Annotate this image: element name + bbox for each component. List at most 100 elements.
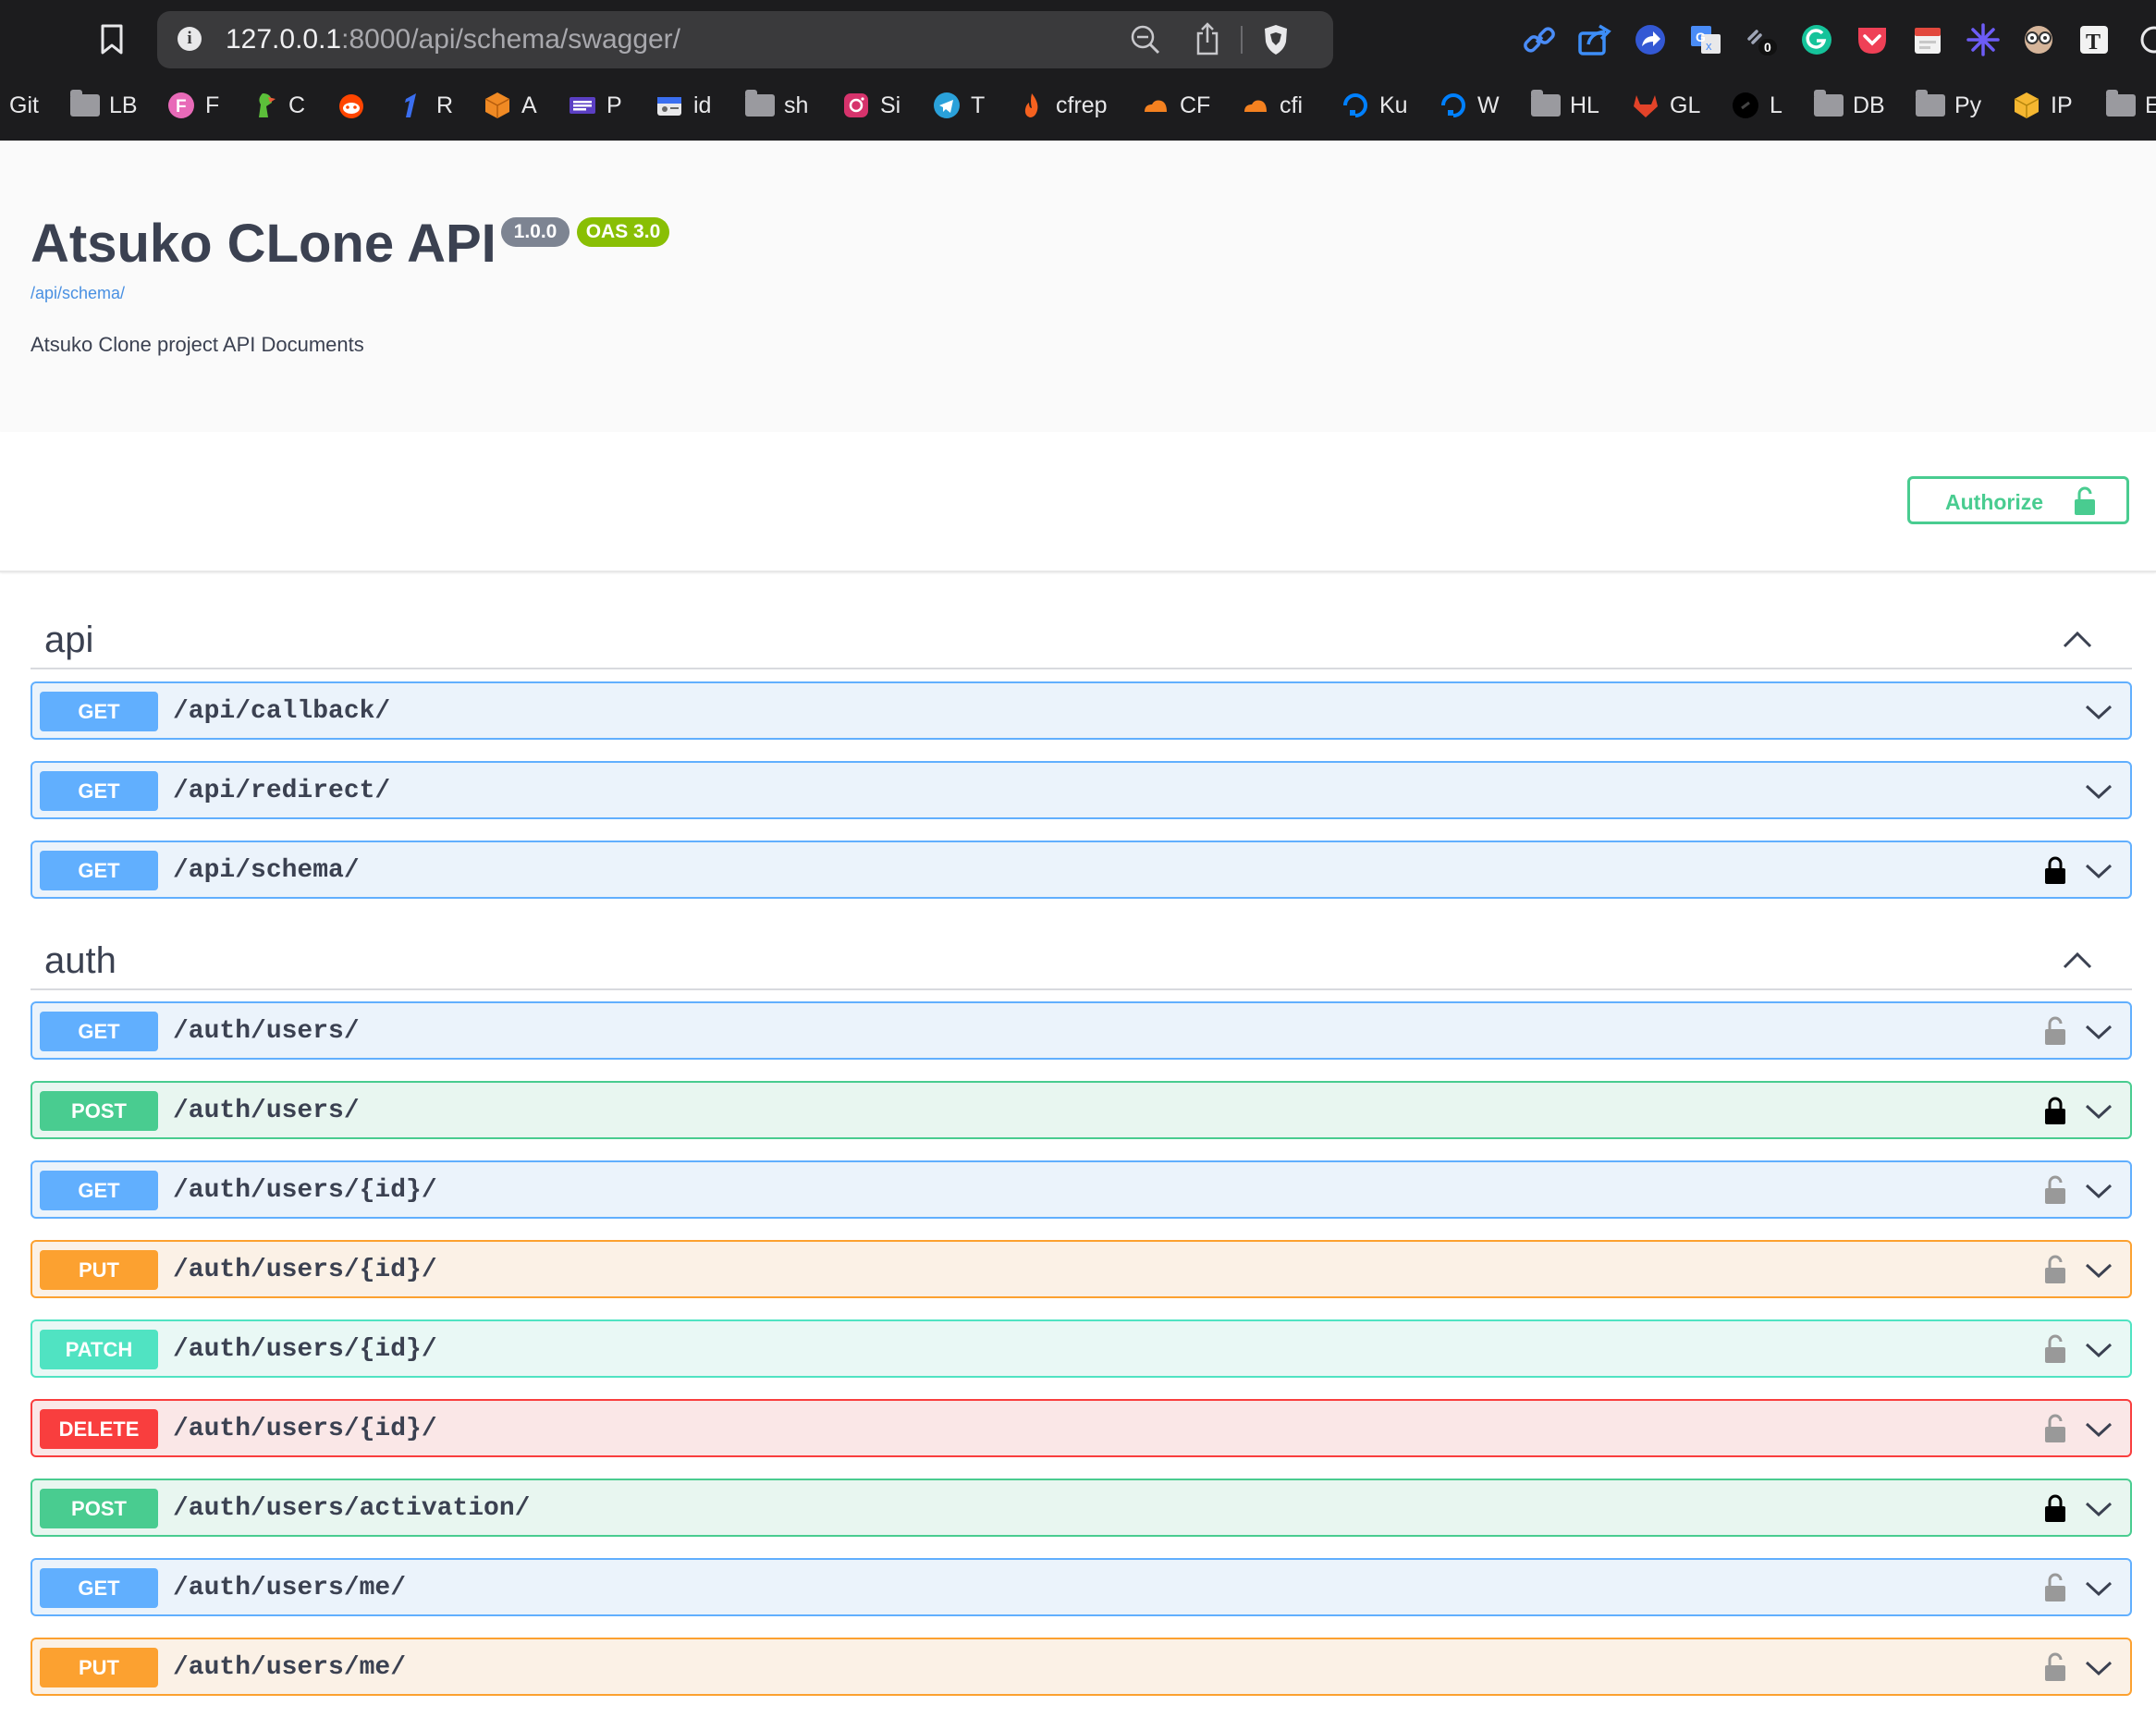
bookmark-f[interactable]: F F [166, 85, 219, 126]
link-circle-icon [1733, 92, 1758, 118]
chevron-down-icon[interactable] [2084, 1103, 2113, 1120]
authorize-label: Authorize [1945, 490, 2044, 514]
opblock-delete-auth-users-id[interactable]: DELETE /auth/users/{id}/ [31, 1399, 2132, 1457]
face-glasses-extension-icon[interactable] [2021, 22, 2056, 57]
chevron-down-icon[interactable] [2084, 1580, 2113, 1597]
bookmark-icon[interactable] [100, 24, 124, 55]
chevron-down-icon[interactable] [2084, 1421, 2113, 1438]
authorize-button[interactable]: Authorize [1907, 476, 2129, 524]
bookmark-git[interactable]: Git [9, 85, 39, 126]
bookmark-db[interactable]: DB [1814, 85, 1885, 126]
grammarly-extension-icon[interactable] [1799, 22, 1834, 57]
chevron-down-icon[interactable] [2084, 1501, 2113, 1517]
link-extension-icon[interactable] [1522, 22, 1557, 57]
bookmark-ku[interactable]: Ku [1341, 85, 1408, 126]
operation-path: /auth/users/me/ [173, 1574, 407, 1602]
yellow-cube-icon [2014, 92, 2040, 118]
unlocked-icon[interactable] [2043, 1414, 2067, 1443]
chevron-up-icon[interactable] [2062, 629, 2093, 649]
opblock-get-auth-users-me[interactable]: GET /auth/users/me/ [31, 1558, 2132, 1616]
svg-text:T: T [2086, 31, 2101, 55]
bookmark-cfrep[interactable]: cfrep [1017, 85, 1108, 126]
chevron-down-icon[interactable] [2084, 704, 2113, 720]
lock-icon[interactable] [2043, 1096, 2067, 1125]
bookmark-label: W [1477, 92, 1500, 118]
method-badge: GET [40, 851, 158, 890]
share-box-extension-icon[interactable] [1577, 22, 1612, 57]
chevron-down-icon[interactable] [2084, 1183, 2113, 1199]
bookmark-w[interactable]: W [1439, 85, 1500, 126]
bookmark-sh[interactable]: sh [745, 85, 808, 126]
share-icon[interactable] [1194, 22, 1220, 55]
pocket-extension-icon[interactable] [1855, 22, 1890, 57]
unlocked-icon[interactable] [2043, 1334, 2067, 1364]
bookmark-t[interactable]: T [932, 85, 985, 126]
unlocked-icon[interactable] [2043, 1255, 2067, 1284]
zoom-out-icon[interactable] [1130, 24, 1161, 55]
bookmark-l[interactable]: L [1731, 85, 1782, 126]
chevron-down-icon[interactable] [2084, 1342, 2113, 1358]
extension-badge-count: 0 [1764, 40, 1771, 55]
tag-section-auth[interactable]: auth [31, 931, 2132, 990]
orange-cube-icon [484, 92, 510, 118]
chevron-down-icon[interactable] [2084, 1262, 2113, 1279]
schema-link[interactable]: /api/schema/ [31, 284, 125, 303]
calendar-extension-icon[interactable] [1910, 22, 1945, 57]
bookmark-c[interactable]: C [250, 85, 305, 126]
opblock-post-auth-users-activation[interactable]: POST /auth/users/activation/ [31, 1479, 2132, 1537]
snowflake-extension-icon[interactable] [1966, 22, 2001, 57]
cloudflare-icon [1145, 100, 1167, 112]
chevron-down-icon[interactable] [2084, 783, 2113, 800]
api-info: Atsuko CLone API 1.0.0 OAS 3.0 /api/sche… [0, 141, 2156, 432]
address-bar[interactable]: i 127.0.0.1:8000/api/schema/swagger/ [157, 11, 1333, 68]
bookmark-p[interactable]: P [568, 85, 622, 126]
chevron-up-icon[interactable] [2062, 950, 2093, 970]
bookmark-lb[interactable]: LB [70, 85, 138, 126]
chevron-down-icon[interactable] [2084, 863, 2113, 879]
bookmark-label: F [205, 92, 220, 118]
opblock-get-auth-users[interactable]: GET /auth/users/ [31, 1001, 2132, 1060]
site-info-icon[interactable]: i [178, 27, 202, 51]
bookmark-py[interactable]: Py [1916, 85, 1981, 126]
opblock-get-api-redirect[interactable]: GET /api/redirect/ [31, 761, 2132, 819]
bookmark-si[interactable]: Si [841, 85, 900, 126]
method-badge: POST [40, 1489, 158, 1528]
bookmark-cf[interactable]: CF [1141, 85, 1210, 126]
brave-shield-icon[interactable] [1261, 23, 1291, 56]
unlocked-icon[interactable] [2043, 1573, 2067, 1602]
bookmark-e[interactable]: E [2106, 85, 2156, 126]
bookmark-r[interactable]: R [398, 85, 453, 126]
partial-extension-icon[interactable] [2132, 22, 2156, 57]
opblock-get-api-callback[interactable]: GET /api/callback/ [31, 681, 2132, 740]
opblock-put-auth-users-me[interactable]: PUT /auth/users/me/ [31, 1638, 2132, 1696]
bookmark-ip[interactable]: IP [2012, 85, 2073, 126]
opblock-get-auth-users-id[interactable]: GET /auth/users/{id}/ [31, 1160, 2132, 1219]
text-t-extension-icon[interactable]: T [2076, 22, 2112, 57]
counter-extension-icon[interactable]: 0 [1744, 22, 1779, 57]
bookmark-gl[interactable]: GL [1631, 85, 1700, 126]
method-badge: GET [40, 771, 158, 811]
chevron-down-icon[interactable] [2084, 1024, 2113, 1040]
method-badge: PUT [40, 1648, 158, 1687]
url-text[interactable]: 127.0.0.1:8000/api/schema/swagger/ [226, 24, 680, 55]
bookmark-a[interactable]: A [483, 85, 537, 126]
translate-extension-icon[interactable]: G x [1688, 22, 1723, 57]
opblock-put-auth-users-id[interactable]: PUT /auth/users/{id}/ [31, 1240, 2132, 1298]
method-badge: DELETE [40, 1409, 158, 1449]
forward-extension-icon[interactable] [1633, 22, 1668, 57]
bookmark-hl[interactable]: HL [1531, 85, 1599, 126]
bookmark-reddit[interactable] [337, 85, 375, 126]
opblock-get-api-schema[interactable]: GET /api/schema/ [31, 841, 2132, 899]
tag-section-api[interactable]: api [31, 610, 2132, 669]
unlocked-icon[interactable] [2043, 1175, 2067, 1205]
bookmark-cfi[interactable]: cfi [1241, 85, 1303, 126]
unlocked-icon[interactable] [2043, 1016, 2067, 1046]
unlocked-icon[interactable] [2043, 1652, 2067, 1682]
lock-icon[interactable] [2043, 1493, 2067, 1523]
lock-icon[interactable] [2043, 855, 2067, 885]
chevron-down-icon[interactable] [2084, 1660, 2113, 1676]
bookmark-label: GL [1670, 92, 1701, 118]
opblock-post-auth-users[interactable]: POST /auth/users/ [31, 1081, 2132, 1139]
opblock-patch-auth-users-id[interactable]: PATCH /auth/users/{id}/ [31, 1319, 2132, 1378]
bookmark-id[interactable]: id [655, 85, 711, 126]
